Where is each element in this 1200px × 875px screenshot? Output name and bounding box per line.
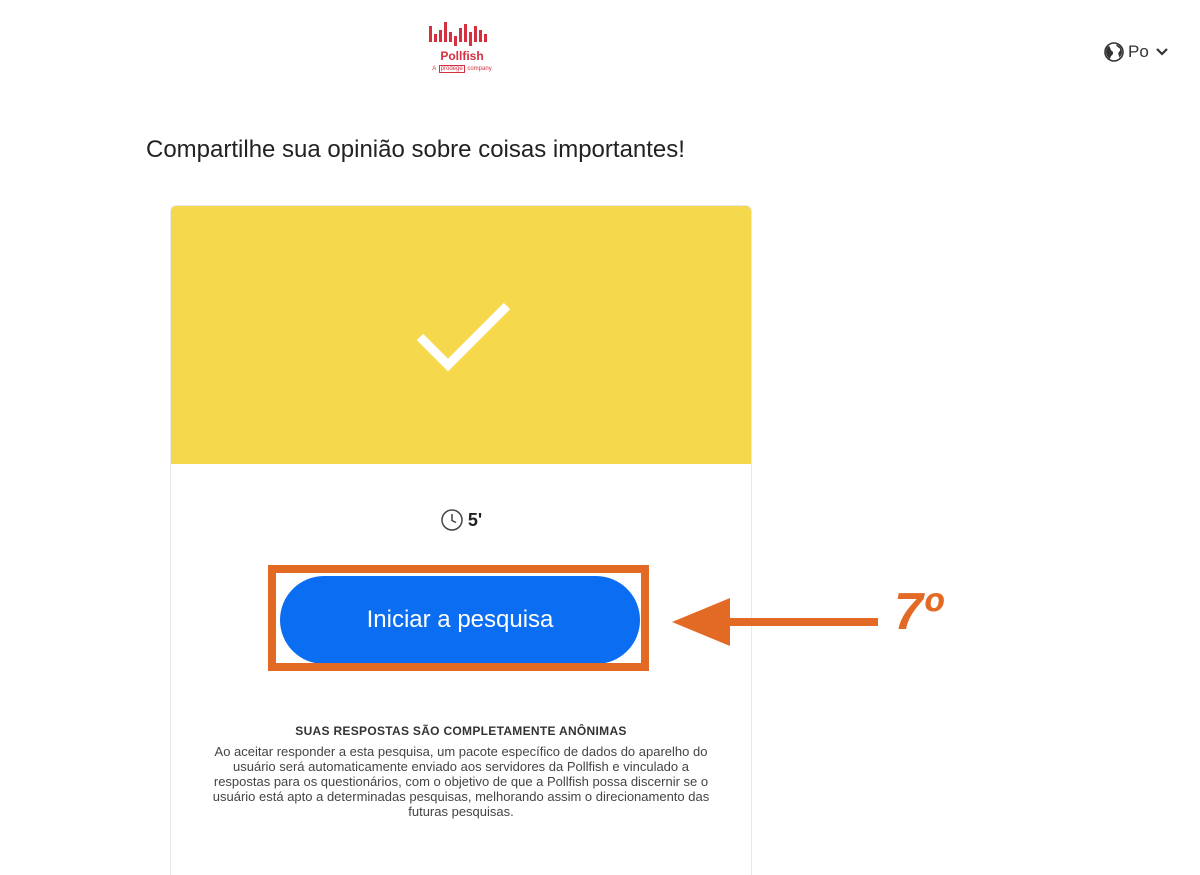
pollfish-logo-mark xyxy=(429,22,487,46)
logo-tagline-suffix: company xyxy=(467,66,492,72)
logo-tagline-prefix: A xyxy=(432,66,436,72)
language-selector[interactable]: Po xyxy=(1104,41,1169,63)
pollfish-logo: Pollfish A prodege company xyxy=(414,20,510,92)
logo-wordmark: Pollfish xyxy=(440,49,484,63)
annotation-arrow xyxy=(672,598,878,651)
anonymity-title: SUAS RESPOSTAS SÃO COMPLETAMENTE ANÔNIMA… xyxy=(295,724,627,738)
survey-card: 5' Iniciar a pesquisa SUAS RESPOSTAS SÃO… xyxy=(170,205,752,875)
globe-icon xyxy=(1104,42,1124,62)
anonymity-disclaimer: Ao aceitar responder a esta pesquisa, um… xyxy=(212,744,710,819)
step-label: 7º xyxy=(894,583,942,641)
language-label: Po xyxy=(1128,42,1149,61)
survey-duration: 5' xyxy=(171,508,751,532)
card-banner xyxy=(171,206,751,464)
duration-value: 5' xyxy=(467,509,483,530)
page-headline: Compartilhe sua opinião sobre coisas imp… xyxy=(146,136,685,163)
logo-tagline-brand: prodege xyxy=(438,65,465,73)
chevron-down-icon xyxy=(1155,47,1169,57)
clock-icon xyxy=(440,508,464,532)
logo-tagline: A prodege company xyxy=(414,65,510,74)
checkmark-icon xyxy=(416,300,511,377)
highlight-box xyxy=(268,565,649,671)
